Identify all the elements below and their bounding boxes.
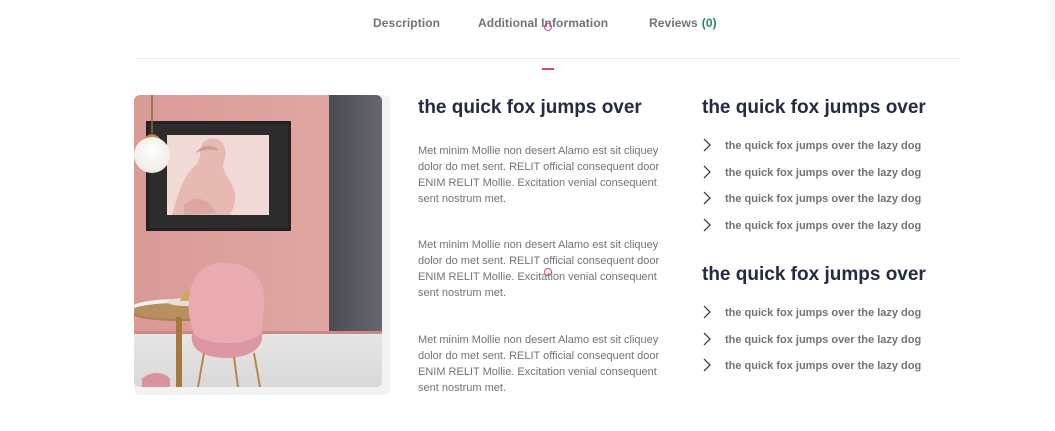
description-title: the quick fox jumps over <box>418 97 642 118</box>
list-item-text: the quick fox jumps over the lazy dog <box>725 360 922 372</box>
list-item-text: the quick fox jumps over the lazy dog <box>725 140 922 152</box>
tab-reviews[interactable]: Reviews (0) <box>649 16 717 30</box>
list-item-text: the quick fox jumps over the lazy dog <box>725 333 922 346</box>
active-tab-indicator <box>542 68 554 70</box>
tabs-divider <box>136 58 960 59</box>
product-image <box>134 95 382 387</box>
features-title-a: the quick fox jumps over <box>702 97 926 118</box>
reviews-count: (0) <box>701 16 717 30</box>
cursor-indicator-icon <box>544 23 552 31</box>
chevron-right-icon <box>703 332 711 345</box>
list-item-text: the quick fox jumps over the lazy dog <box>725 307 922 319</box>
page-edge-shadow <box>1045 0 1055 80</box>
description-paragraph: Met minim Mollie non desert Alamo est si… <box>418 334 660 394</box>
features-column: the quick fox jumps over the quick fox j… <box>702 95 962 372</box>
product-image-card <box>134 95 390 395</box>
list-item-text: the quick fox jumps over the lazy dog <box>725 166 922 179</box>
chevron-right-icon <box>703 138 711 152</box>
chevron-right-icon <box>703 165 711 178</box>
tab-additional-information[interactable]: Additional Information <box>478 16 608 30</box>
chevron-right-icon <box>703 358 711 372</box>
description-paragraph: Met minim Mollie non desert Alamo est si… <box>418 239 660 299</box>
list-item-text: the quick fox jumps over the lazy dog <box>725 219 922 232</box>
tab-reviews-label: Reviews <box>649 16 698 30</box>
list-item-text: the quick fox jumps over the lazy dog <box>725 193 922 205</box>
chevron-right-icon <box>703 191 711 205</box>
description-column: the quick fox jumps over Met minim Molli… <box>418 95 678 394</box>
chevron-right-icon <box>703 218 711 231</box>
description-paragraph: Met minim Mollie non desert Alamo est si… <box>418 145 660 205</box>
product-tabs: Description Additional Information Revie… <box>0 16 1055 38</box>
tab-description[interactable]: Description <box>373 16 440 30</box>
features-title-b: the quick fox jumps over <box>702 264 926 285</box>
chevron-right-icon <box>703 305 711 319</box>
